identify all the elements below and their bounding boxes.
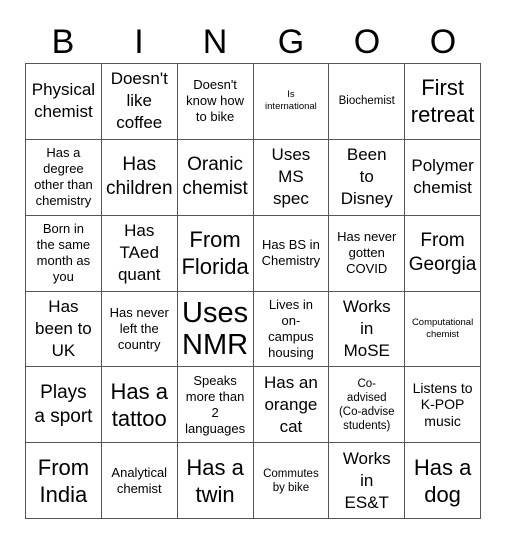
cell-text: Polymer chemist <box>411 156 474 198</box>
bingo-cell[interactable]: Doesn't like coffee <box>101 64 178 140</box>
cell-text: From Georgia <box>408 230 477 276</box>
cell-text: From India <box>37 454 90 507</box>
header-letter-i: I <box>134 23 144 61</box>
bingo-cell[interactable]: Born in the same month as you <box>26 215 102 292</box>
bingo-cell[interactable]: Been to Disney <box>329 139 406 216</box>
cell-text: Computational chemist <box>411 316 474 340</box>
bingo-cell[interactable]: Analytical chemist <box>101 443 178 519</box>
bingo-cell[interactable]: Has BS in Chemistry <box>253 215 330 292</box>
cell-text: Physical chemist <box>31 80 96 122</box>
bingo-cell[interactable]: Is international <box>253 64 330 140</box>
bingo-cell[interactable]: Has children <box>101 139 178 216</box>
bingo-cell[interactable]: Has an orange cat <box>253 367 330 444</box>
header-letter-n: N <box>202 23 228 61</box>
bingo-cell[interactable]: Works in MoSE <box>329 291 406 368</box>
cell-text: Has an orange cat <box>263 372 318 436</box>
bingo-header: B I N G O O <box>25 22 481 64</box>
cell-text: Uses NMR <box>182 296 249 361</box>
bingo-cell[interactable]: Computational chemist <box>405 291 481 368</box>
cell-text: From Florida <box>181 227 249 280</box>
cell-text: Has children <box>105 154 173 200</box>
bingo-cell[interactable]: Plays a sport <box>26 367 102 444</box>
bingo-cell[interactable]: Works in ES&T <box>329 443 406 519</box>
bingo-cell[interactable]: First retreat <box>405 64 481 140</box>
bingo-cell[interactable]: Has a twin <box>177 443 254 519</box>
cell-text: Listens to K-POP music <box>412 379 473 429</box>
cell-text: Speaks more than 2 languages <box>185 372 246 436</box>
bingo-cell[interactable]: Has a degree other than chemistry <box>26 139 102 216</box>
cell-text: Has a dog <box>413 454 472 507</box>
bingo-cell[interactable]: Polymer chemist <box>405 139 481 216</box>
cell-text: Lives in on- campus housing <box>268 296 314 360</box>
cell-text: Has a tattoo <box>110 378 168 431</box>
bingo-cell[interactable]: Commutes by bike <box>253 443 330 519</box>
header-letter-o: O <box>353 23 381 61</box>
cell-text: Oranic chemist <box>182 154 248 200</box>
header-letter-g: G <box>277 23 305 61</box>
header-letter-b: B <box>51 23 75 61</box>
cell-text: Has a degree other than chemistry <box>34 145 93 209</box>
cell-text: First retreat <box>410 75 475 128</box>
bingo-cell[interactable]: Uses NMR <box>177 291 254 368</box>
cell-text: Is international <box>265 89 317 113</box>
cell-text: Works in MoSE <box>342 296 391 360</box>
cell-text: Analytical chemist <box>111 464 168 496</box>
cell-text: Has TAed quant <box>117 221 161 285</box>
cell-text: Has BS in Chemistry <box>261 237 321 269</box>
cell-text: Has never gotten COVID <box>337 229 397 277</box>
bingo-cell[interactable]: Uses MS spec <box>253 139 330 216</box>
cell-text: Doesn't like coffee <box>110 69 168 133</box>
bingo-cell[interactable]: Physical chemist <box>26 64 102 140</box>
cell-text: Been to Disney <box>340 145 393 209</box>
cell-text: Born in the same month as you <box>36 221 91 285</box>
cell-text: Has a twin <box>186 454 244 507</box>
bingo-cell[interactable]: Speaks more than 2 languages <box>177 367 254 444</box>
bingo-cell[interactable]: Has TAed quant <box>101 215 178 292</box>
cell-text: Commutes by bike <box>263 467 319 494</box>
cell-text: Plays a sport <box>34 381 93 427</box>
bingo-cell[interactable]: Listens to K-POP music <box>405 367 481 444</box>
bingo-cell[interactable]: From Florida <box>177 215 254 292</box>
cell-text: Uses MS spec <box>271 145 311 209</box>
cell-text: Doesn't know how to bike <box>186 77 244 125</box>
bingo-cell[interactable]: From India <box>26 443 102 519</box>
bingo-cell[interactable]: Has never left the country <box>101 291 178 368</box>
header-letter-o2: O <box>429 23 457 61</box>
cell-text: Has been to UK <box>35 296 92 360</box>
bingo-cell[interactable]: Has a tattoo <box>101 367 178 444</box>
bingo-cell[interactable]: From Georgia <box>405 215 481 292</box>
bingo-cell[interactable]: Co- advised (Co-advise students) <box>329 367 406 444</box>
bingo-cell[interactable]: Lives in on- campus housing <box>253 291 330 368</box>
bingo-cell[interactable]: Doesn't know how to bike <box>177 64 254 140</box>
bingo-cell[interactable]: Oranic chemist <box>177 139 254 216</box>
bingo-cell[interactable]: Has never gotten COVID <box>329 215 406 292</box>
cell-text: Has never left the country <box>109 304 169 352</box>
bingo-cell[interactable]: Has a dog <box>405 443 481 519</box>
bingo-board: Physical chemist Doesn't like coffee Doe… <box>25 63 481 519</box>
bingo-cell[interactable]: Biochemist <box>329 64 406 140</box>
cell-text: Biochemist <box>338 95 395 108</box>
bingo-cell[interactable]: Has been to UK <box>26 291 102 368</box>
cell-text: Works in ES&T <box>342 448 391 512</box>
cell-text: Co- advised (Co-advise students) <box>338 377 395 432</box>
